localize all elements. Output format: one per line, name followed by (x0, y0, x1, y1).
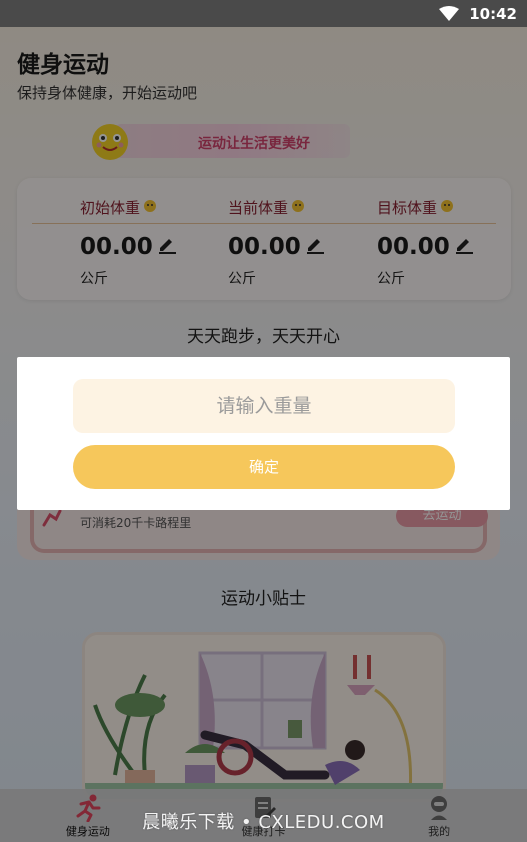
weight-input[interactable] (73, 379, 455, 433)
weight-input-dialog: 确定 (17, 357, 510, 510)
confirm-button[interactable]: 确定 (73, 445, 455, 489)
status-bar: 10:42 (0, 0, 527, 27)
watermark: 晨曦乐下载 • CXLEDU.COM (142, 812, 385, 833)
status-time: 10:42 (469, 4, 517, 23)
wifi-icon (439, 5, 460, 22)
